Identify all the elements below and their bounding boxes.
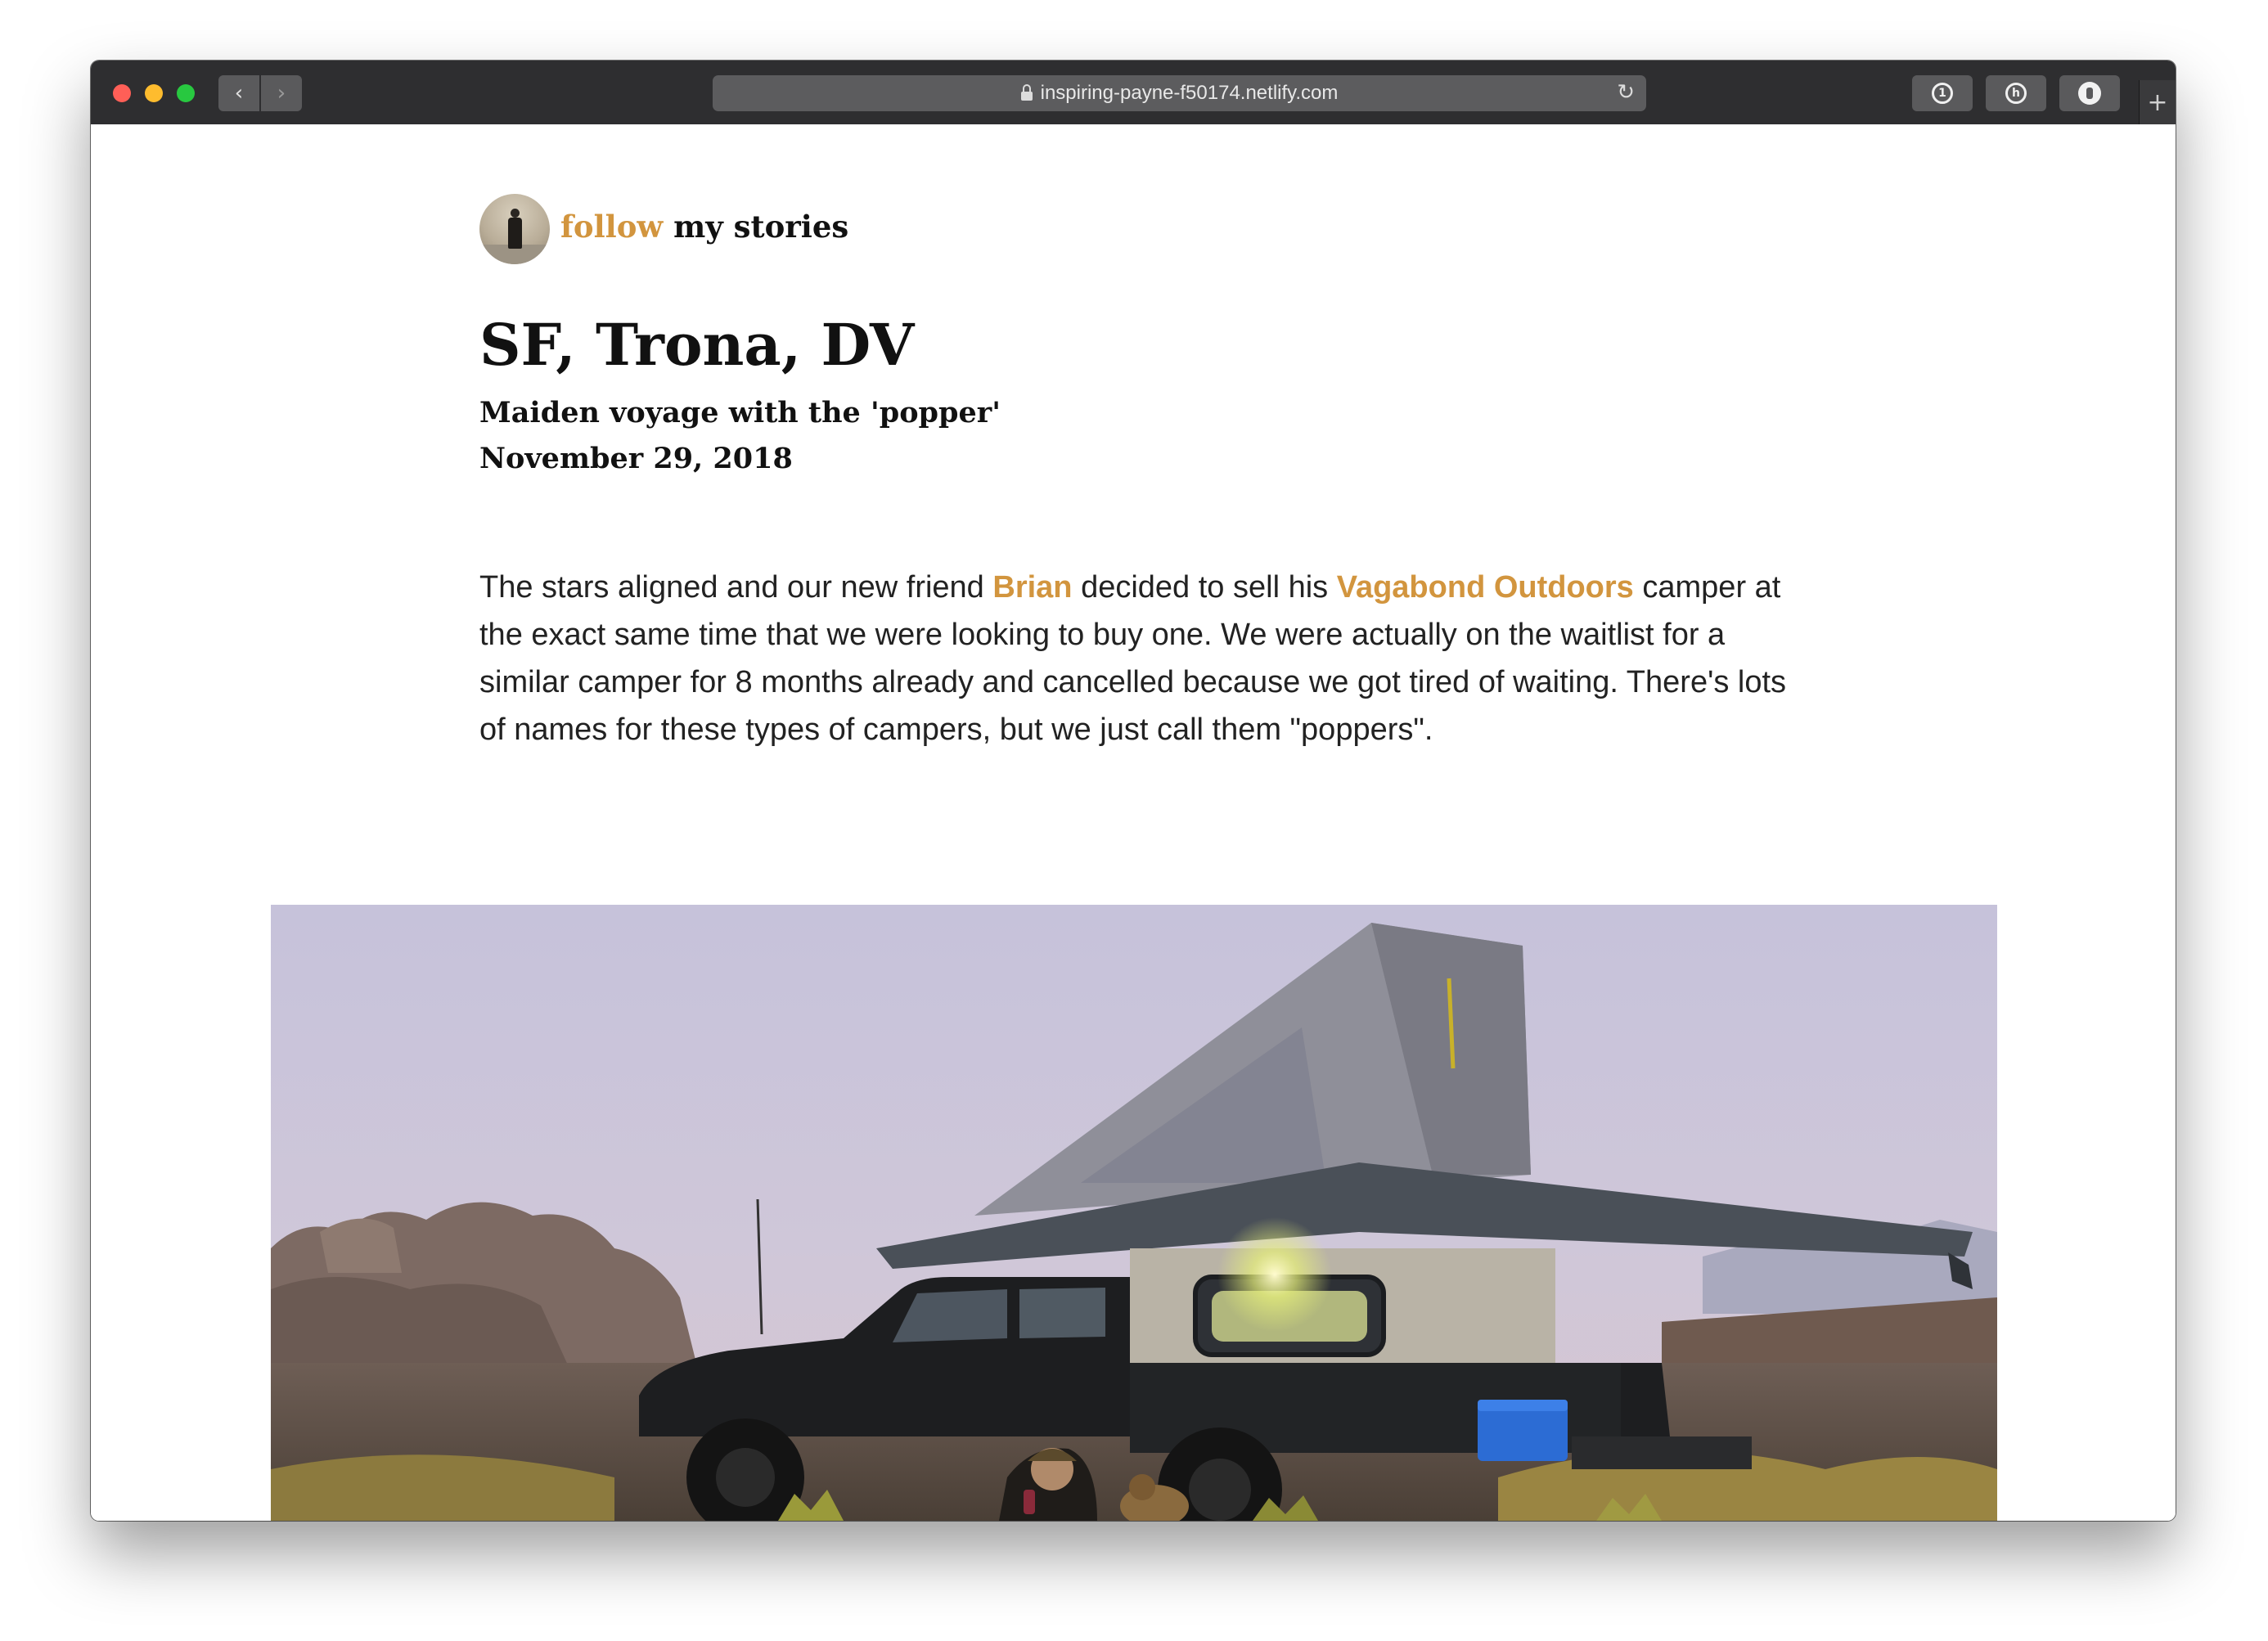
onepassword-icon: 1 [1932, 83, 1953, 104]
plus-icon: + [2147, 88, 2168, 117]
onepassword-extension-button[interactable]: 1 [1912, 75, 1973, 111]
page-content: follow my stories SF, Trona, DV Maiden v… [91, 124, 2176, 1521]
address-bar[interactable]: inspiring-payne-f50174.netlify.com ↻ [713, 75, 1646, 111]
post-title: SF, Trona, DV [479, 311, 915, 379]
post-date: November 29, 2018 [479, 442, 793, 475]
ghostery-extension-button[interactable] [2059, 75, 2120, 111]
reload-icon[interactable]: ↻ [1617, 80, 1635, 105]
back-button[interactable]: ‹ [218, 75, 259, 111]
vagabond-outdoors-link[interactable]: Vagabond Outdoors [1337, 570, 1634, 605]
paragraph-text: The stars aligned and our new friend [479, 570, 993, 605]
ghostery-icon [2078, 82, 2101, 105]
minimize-window-button[interactable] [145, 84, 163, 102]
browser-window: ‹ › inspiring-payne-f50174.netlify.com ↻… [91, 61, 2176, 1521]
camper-truck-photo [271, 905, 1997, 1521]
browser-toolbar: ‹ › inspiring-payne-f50174.netlify.com ↻… [91, 61, 2176, 126]
close-window-button[interactable] [113, 84, 131, 102]
brian-link[interactable]: Brian [992, 570, 1072, 605]
forward-button[interactable]: › [261, 75, 302, 111]
lock-icon [1020, 83, 1033, 101]
honey-icon: h [2005, 83, 2027, 104]
maximize-window-button[interactable] [177, 84, 195, 102]
hero-photo [271, 905, 1997, 1521]
honey-extension-button[interactable]: h [1986, 75, 2046, 111]
new-tab-button[interactable]: + [2139, 80, 2176, 124]
paragraph-text: decided to sell his [1072, 570, 1337, 605]
post-intro-paragraph: The stars aligned and our new friend Bri… [479, 564, 1805, 753]
author-avatar[interactable] [479, 194, 550, 264]
follow-my-stories-link[interactable]: follow my stories [560, 209, 848, 245]
url-text: inspiring-payne-f50174.netlify.com [1040, 82, 1339, 104]
my-stories-label: my stories [673, 209, 849, 245]
chevron-right-icon: › [277, 81, 286, 106]
follow-label: follow [560, 209, 664, 245]
post-subtitle: Maiden voyage with the 'popper' [479, 396, 1001, 429]
chevron-left-icon: ‹ [234, 81, 244, 106]
